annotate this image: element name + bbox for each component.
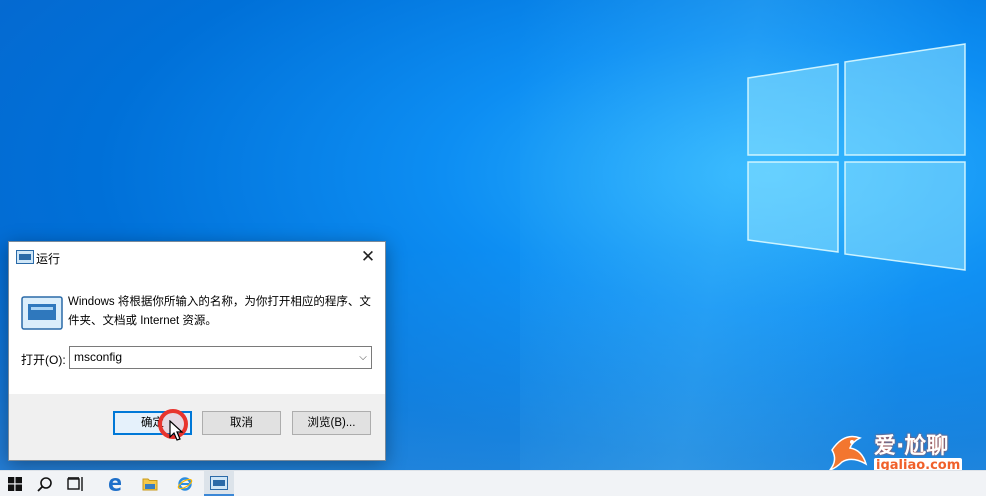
watermark-cn-text: 爱·尬聊 <box>874 434 949 459</box>
run-icon <box>16 250 34 264</box>
edge-icon <box>109 477 121 491</box>
taskbar <box>0 470 986 496</box>
bird-logo-icon <box>827 435 868 472</box>
task-view-button[interactable] <box>61 471 91 496</box>
browse-button[interactable]: 浏览(B)... <box>292 411 371 435</box>
run-icon <box>210 475 228 490</box>
run-program-icon <box>21 296 63 330</box>
internet-explorer-button[interactable] <box>170 471 200 496</box>
dialog-title: 运行 <box>36 252 61 266</box>
task-view-icon <box>67 476 83 491</box>
search-icon <box>37 476 52 492</box>
dialog-button-bar: 确定 取消 浏览(B)... <box>9 394 385 460</box>
open-label: 打开(O): <box>21 353 66 367</box>
cancel-button[interactable]: 取消 <box>202 411 281 435</box>
dialog-description: Windows 将根据你所输入的名称，为你打开相应的程序、文件夹、文档或 Int… <box>68 296 371 327</box>
command-input[interactable]: msconfig ⌵ <box>69 346 372 369</box>
search-button[interactable] <box>30 471 60 496</box>
command-value[interactable]: msconfig <box>74 350 122 364</box>
run-taskbar-button[interactable] <box>204 471 234 496</box>
file-explorer-icon <box>142 478 158 490</box>
run-dialog: 运行 ✕ Windows 将根据你所输入的名称，为你打开相应的程序、文件夹、文档… <box>8 241 386 461</box>
mouse-cursor-icon <box>169 420 184 441</box>
dialog-titlebar: 运行 ✕ <box>9 242 385 272</box>
start-button[interactable] <box>0 471 30 496</box>
file-explorer-button[interactable] <box>135 471 165 496</box>
internet-explorer-icon <box>177 476 193 491</box>
chevron-down-icon[interactable]: ⌵ <box>355 347 371 368</box>
edge-button[interactable] <box>100 471 130 496</box>
start-icon <box>8 476 22 491</box>
close-button[interactable]: ✕ <box>351 242 385 272</box>
windows-logo-wallpaper <box>747 43 966 271</box>
